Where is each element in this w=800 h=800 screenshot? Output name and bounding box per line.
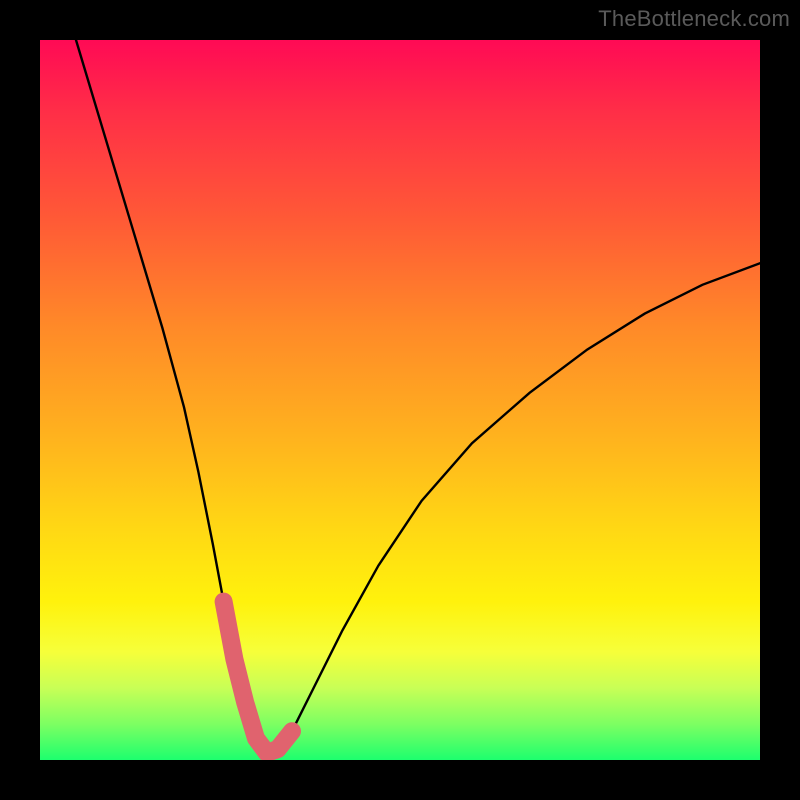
chart-frame: TheBottleneck.com [0, 0, 800, 800]
watermark-text: TheBottleneck.com [598, 6, 790, 32]
chart-gradient-background [40, 40, 760, 760]
